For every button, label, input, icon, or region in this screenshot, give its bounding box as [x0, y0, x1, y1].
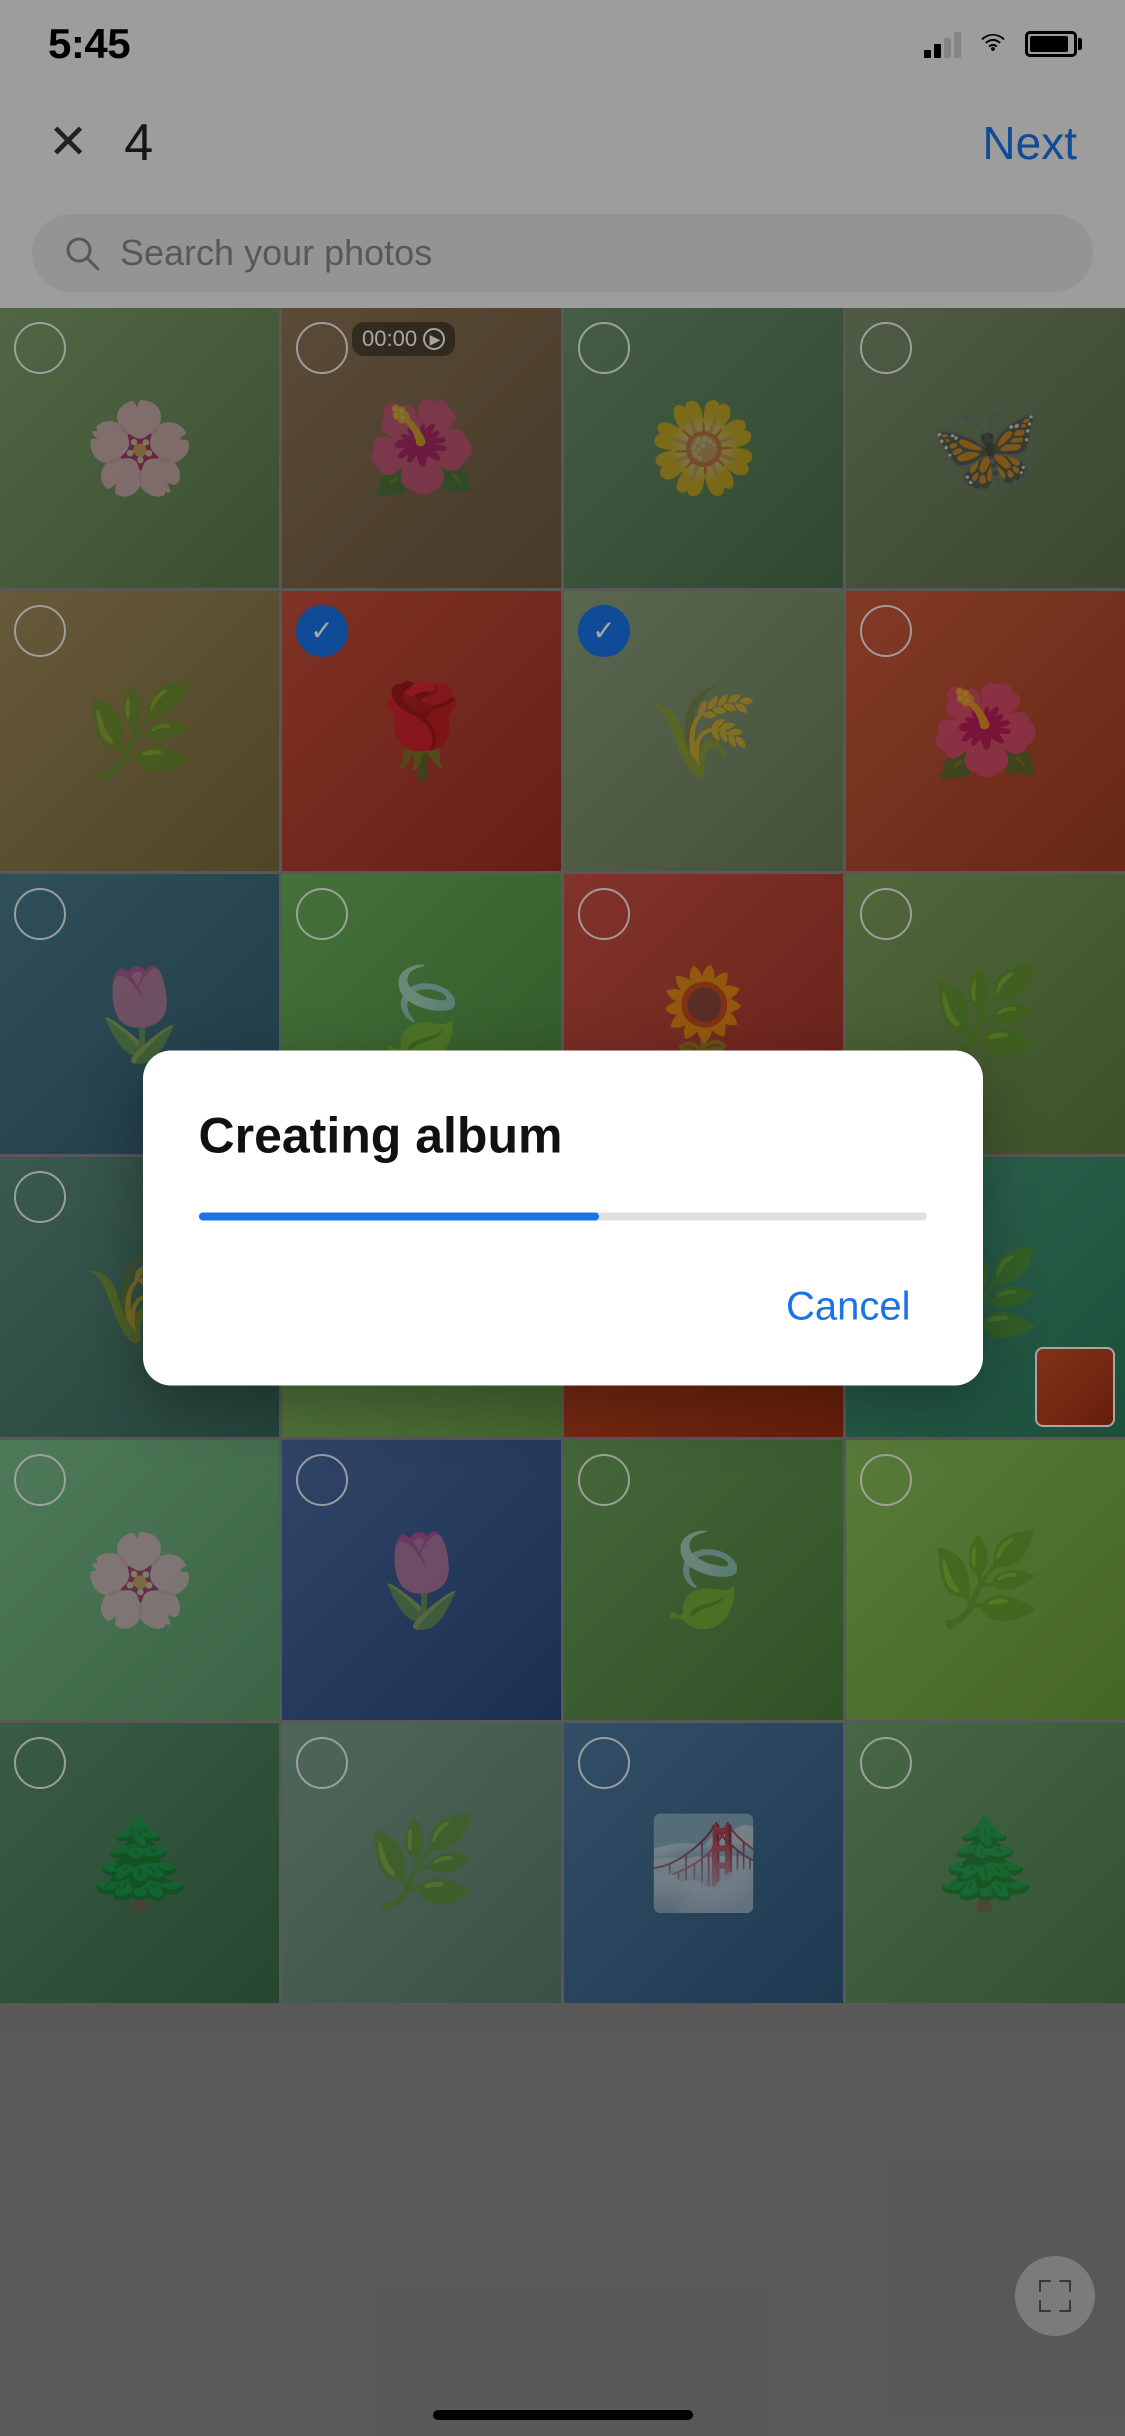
- dialog-backdrop: Creating album Cancel: [0, 0, 1125, 2436]
- progress-bar-container: [199, 1213, 927, 1221]
- home-indicator: [433, 2410, 693, 2420]
- creating-album-dialog: Creating album Cancel: [143, 1051, 983, 1386]
- cancel-button[interactable]: Cancel: [770, 1277, 927, 1338]
- progress-bar-fill: [199, 1213, 599, 1221]
- dialog-title: Creating album: [199, 1107, 927, 1165]
- dialog-actions: Cancel: [199, 1277, 927, 1338]
